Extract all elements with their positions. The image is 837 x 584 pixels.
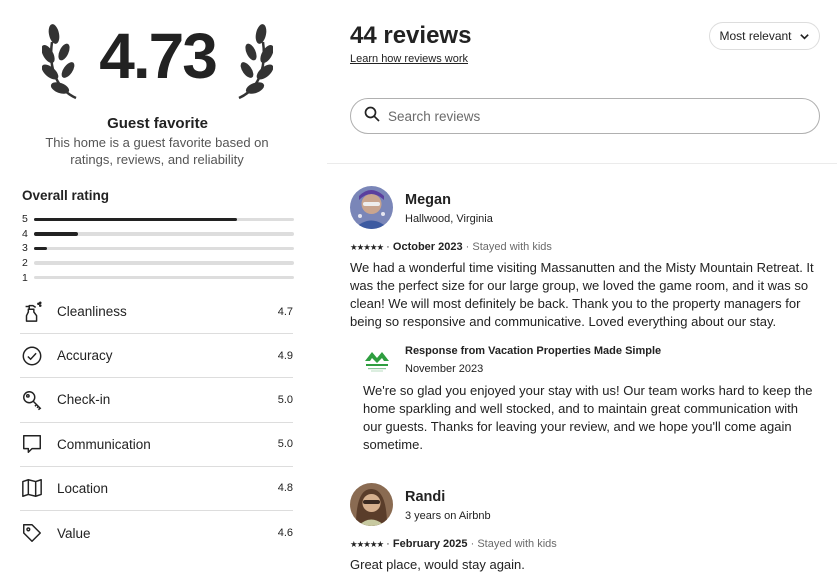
rating-bar-star-label: 2 — [22, 257, 28, 270]
response-date: November 2023 — [405, 363, 484, 375]
category-cleanliness: Cleanliness 4.7 — [20, 290, 293, 335]
chat-bubble-icon — [20, 432, 44, 456]
review-meta: ★★★★★ · February 2025 · Stayed with kids — [350, 538, 557, 550]
guest-favorite-description: This home is a guest favorite based on r… — [45, 135, 269, 167]
star-rating: ★★★★★ — [350, 242, 384, 252]
rating-bar-row: 3 — [22, 241, 294, 256]
rating-bar-track — [34, 261, 294, 265]
rating-bar-star-label: 4 — [22, 227, 28, 240]
rating-bar-track — [34, 217, 294, 222]
category-communication: Communication 5.0 — [20, 423, 293, 467]
reviewer-name: Megan — [405, 192, 451, 208]
category-value: 5.0 — [277, 393, 293, 406]
rating-bar-fill — [34, 232, 79, 236]
response-text: We're so glad you enjoyed your stay with… — [363, 383, 813, 452]
star-rating: ★★★★★ — [350, 539, 384, 549]
reviewer-name: Randi — [405, 489, 446, 505]
review-item: Randi 3 years on Airbnb ★★★★★ · February… — [350, 483, 820, 583]
category-value: 4.9 — [277, 349, 293, 362]
category-value: 4.8 — [277, 482, 293, 495]
rating-bar-row: 1 — [22, 270, 294, 285]
trip-type: Stayed with kids — [472, 241, 552, 253]
guest-favorite-title: Guest favorite — [107, 115, 208, 132]
reviewer-tenure: 3 years on Airbnb — [405, 510, 491, 522]
host-response: Response from Vacation Properties Made S… — [363, 345, 818, 460]
sort-label: Most relevant — [719, 29, 792, 43]
overall-rating-label: Overall rating — [22, 188, 110, 203]
category-ratings: Cleanliness 4.7 Accuracy 4.9 Check-in 5.… — [20, 290, 293, 555]
review-date: October 2023 — [392, 241, 463, 253]
rating-bar-row: 2 — [22, 256, 294, 271]
review-text: Great place, would stay again. — [350, 557, 525, 572]
rating-bar-fill — [34, 217, 237, 222]
response-title: Response from Vacation Properties Made S… — [405, 345, 662, 357]
trip-type: Stayed with kids — [477, 538, 557, 550]
check-circle-icon — [20, 344, 44, 368]
section-divider — [327, 163, 837, 164]
host-logo-icon — [363, 347, 391, 373]
review-date: February 2025 — [392, 538, 468, 550]
category-value: 5.0 — [277, 438, 293, 451]
reviewer-location: Hallwood, Virginia — [405, 213, 493, 225]
rating-distribution: 5 4 3 2 1 — [22, 212, 294, 285]
category-label: Value — [57, 525, 91, 541]
category-label: Check-in — [57, 392, 111, 408]
laurel-right-icon — [238, 24, 273, 100]
rating-bar-star-label: 1 — [22, 271, 28, 284]
rating-bar-track — [34, 232, 294, 236]
chevron-down-icon — [799, 31, 810, 42]
map-icon — [20, 476, 44, 500]
rating-bar-track — [34, 246, 294, 251]
avatar[interactable] — [350, 483, 393, 526]
category-value: 4.6 — [277, 527, 293, 540]
rating-bar-fill — [34, 246, 47, 251]
learn-how-reviews-work-link[interactable]: Learn how reviews work — [350, 53, 468, 65]
category-value: 4.7 — [277, 305, 293, 318]
reviews-count-title: 44 reviews — [350, 22, 472, 49]
separator-dot: · — [386, 538, 393, 550]
key-icon — [20, 388, 44, 412]
review-item: Megan Hallwood, Virginia ★★★★★ · October… — [350, 186, 820, 346]
spray-bottle-icon — [20, 300, 44, 324]
category-label: Accuracy — [57, 348, 113, 364]
category-location: Location 4.8 — [20, 467, 293, 511]
category-label: Location — [57, 480, 109, 496]
search-reviews-box[interactable] — [350, 98, 820, 134]
separator-dot: · — [386, 241, 393, 253]
rating-summary-panel: 4.73 Guest favorite This home is a guest… — [0, 0, 315, 584]
tag-icon — [20, 521, 44, 545]
guest-favorite-badge: 4.73 — [40, 14, 275, 106]
review-text: We had a wonderful time visiting Massanu… — [350, 260, 814, 329]
sort-dropdown-button[interactable]: Most relevant — [709, 22, 820, 50]
rating-bar-star-label: 5 — [22, 213, 28, 226]
category-label: Cleanliness — [57, 304, 127, 320]
category-label: Communication — [57, 436, 151, 452]
search-reviews-input[interactable] — [388, 108, 788, 124]
rating-bar-row: 5 — [22, 212, 294, 227]
search-icon — [364, 106, 380, 127]
avatar[interactable] — [350, 186, 393, 229]
category-check-in: Check-in 5.0 — [20, 378, 293, 423]
category-value-rating: Value 4.6 — [20, 511, 293, 555]
rating-bar-row: 4 — [22, 227, 294, 242]
rating-bar-star-label: 3 — [22, 242, 28, 255]
rating-bar-track — [34, 275, 294, 280]
review-meta: ★★★★★ · October 2023 · Stayed with kids — [350, 241, 552, 253]
category-accuracy: Accuracy 4.9 — [20, 334, 293, 379]
